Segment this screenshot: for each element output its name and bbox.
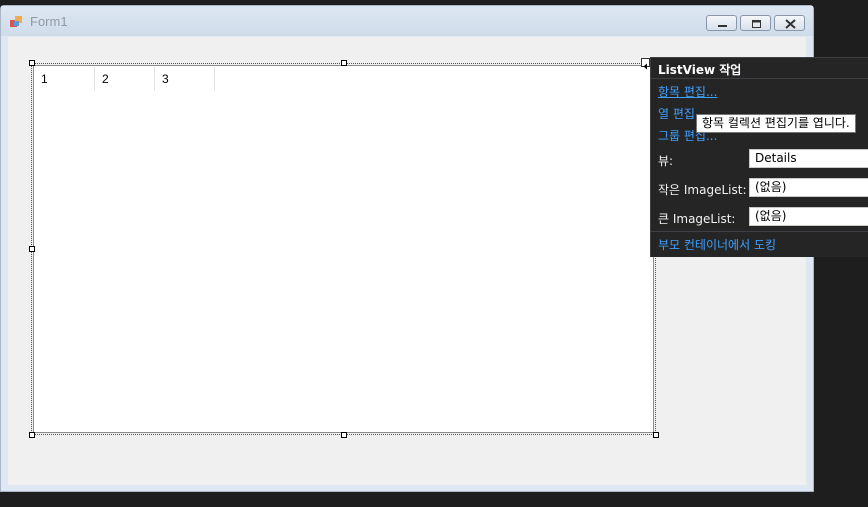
column-header-1[interactable]: 1 <box>34 67 95 91</box>
maximize-icon <box>752 20 761 28</box>
smart-tag-glyph[interactable] <box>641 58 650 70</box>
small-imagelist-label: 작은 ImageList: <box>658 183 747 197</box>
smart-tag-divider <box>651 231 868 232</box>
resize-handle-bottom[interactable] <box>341 432 347 438</box>
smart-tag-header: ListView 작업 <box>651 58 868 79</box>
resize-handle-bottom-left[interactable] <box>29 432 35 438</box>
edit-items-link[interactable]: 항목 편집... <box>658 83 717 100</box>
form-app-icon <box>10 16 22 27</box>
smart-tag-title: ListView 작업 <box>658 63 742 77</box>
form-title-bar[interactable]: Form1 <box>1 6 813 36</box>
smart-tag-arrow-icon <box>643 63 647 70</box>
dock-in-parent-link[interactable]: 부모 컨테이너에서 도킹 <box>658 236 776 253</box>
resize-handle-top-left[interactable] <box>29 60 35 66</box>
large-imagelist-dropdown[interactable]: (없음) <box>749 207 868 226</box>
resize-handle-left[interactable] <box>29 246 35 252</box>
column-header-2[interactable]: 2 <box>95 67 155 91</box>
close-button[interactable] <box>774 15 805 31</box>
small-imagelist-dropdown[interactable]: (없음) <box>749 178 868 197</box>
close-icon <box>785 19 796 29</box>
maximize-button[interactable] <box>740 15 771 31</box>
minimize-icon <box>718 25 727 27</box>
minimize-button[interactable] <box>706 15 737 31</box>
resize-handle-top[interactable] <box>341 60 347 66</box>
listview-control[interactable]: 1 2 3 <box>33 65 654 433</box>
edit-items-tooltip: 항목 컬렉션 편집기를 엽니다. <box>696 114 856 133</box>
resize-handle-bottom-right[interactable] <box>653 432 659 438</box>
large-imagelist-label: 큰 ImageList: <box>658 212 736 226</box>
view-dropdown[interactable]: Details <box>749 149 868 168</box>
smart-tag-panel: ListView 작업 항목 편집... 열 편집... 그룹 편집... 뷰:… <box>650 57 868 257</box>
column-header-3[interactable]: 3 <box>155 67 215 91</box>
view-label: 뷰: <box>658 154 674 168</box>
form-title: Form1 <box>30 14 68 29</box>
